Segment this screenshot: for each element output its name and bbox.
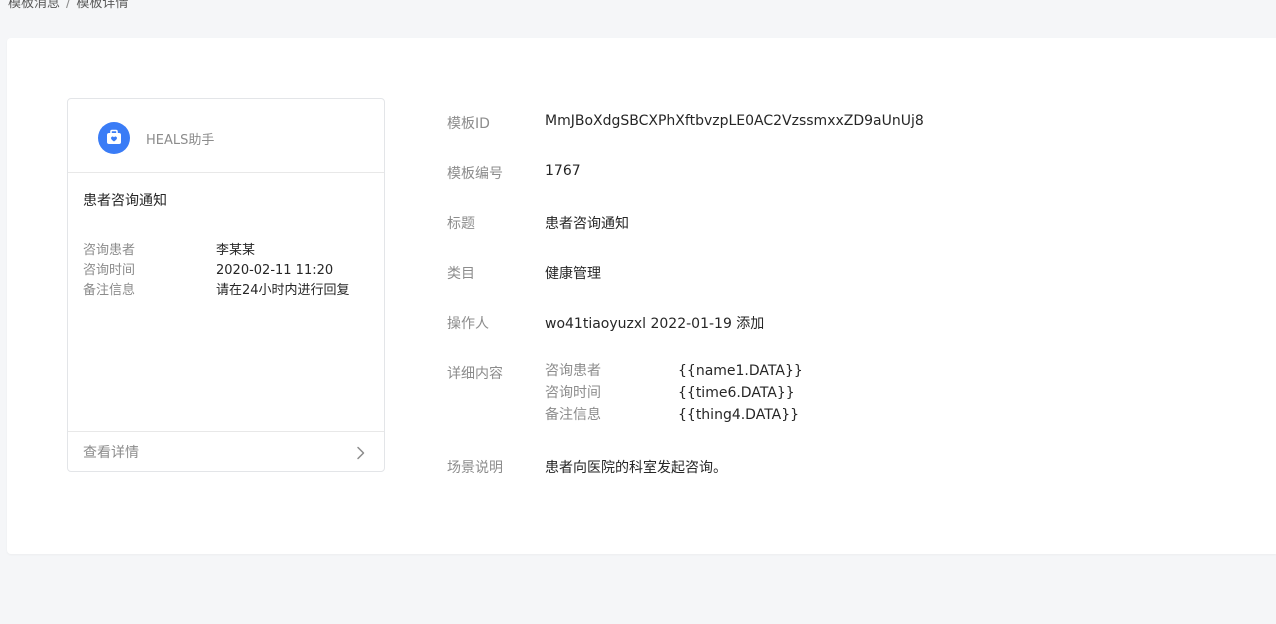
detail-label: 模板编号 bbox=[447, 166, 503, 182]
title-value: 患者咨询通知 bbox=[545, 216, 629, 232]
operator-value: wo41tiaoyuzxl 2022-01-19 添加 bbox=[545, 316, 765, 332]
breadcrumb-parent[interactable]: 模板消息 bbox=[8, 0, 60, 11]
preview-field-value: 请在24小时内进行回复 bbox=[216, 283, 350, 298]
detail-label: 详细内容 bbox=[447, 366, 503, 382]
content-fields: 咨询患者 {{name1.DATA}} 咨询时间 {{time6.DATA}} … bbox=[545, 360, 945, 426]
template-id-value: MmJBoXdgSBCXPhXftbvzpLE0AC2VzssmxxZD9aUn… bbox=[545, 113, 924, 129]
preview-field-row: 备注信息 请在24小时内进行回复 bbox=[83, 281, 373, 301]
preview-fields: 咨询患者 李某某 咨询时间 2020-02-11 11:20 备注信息 请在24… bbox=[83, 241, 373, 301]
preview-field-label: 咨询时间 bbox=[83, 263, 136, 278]
detail-label: 操作人 bbox=[447, 316, 489, 332]
content-field-row: 咨询时间 {{time6.DATA}} bbox=[545, 382, 945, 404]
preview-title: 患者咨询通知 bbox=[83, 193, 167, 209]
preview-field-value: 李某某 bbox=[216, 243, 256, 258]
template-no-value: 1767 bbox=[545, 163, 581, 179]
breadcrumb-separator: / bbox=[66, 0, 71, 11]
view-details-link[interactable]: 查看详情 bbox=[68, 431, 384, 471]
preview-field-label: 备注信息 bbox=[83, 283, 136, 298]
preview-header: HEALS助手 bbox=[68, 99, 384, 173]
scene-value: 患者向医院的科室发起咨询。 bbox=[545, 460, 727, 476]
detail-label: 标题 bbox=[447, 216, 475, 232]
brand-name: HEALS助手 bbox=[146, 133, 215, 148]
message-preview-card: HEALS助手 患者咨询通知 咨询患者 李某某 咨询时间 2020-02-11 … bbox=[67, 98, 385, 472]
breadcrumb: 模板消息 / 模板详情 bbox=[8, 0, 128, 11]
medical-bag-icon bbox=[98, 122, 130, 154]
content-field-value: {{time6.DATA}} bbox=[678, 385, 795, 401]
preview-field-value: 2020-02-11 11:20 bbox=[216, 263, 334, 278]
template-detail-card: HEALS助手 患者咨询通知 咨询患者 李某某 咨询时间 2020-02-11 … bbox=[7, 38, 1276, 554]
preview-field-row: 咨询患者 李某某 bbox=[83, 241, 373, 261]
content-field-value: {{name1.DATA}} bbox=[678, 363, 803, 379]
detail-label: 场景说明 bbox=[447, 460, 503, 476]
content-field-value: {{thing4.DATA}} bbox=[678, 407, 800, 423]
content-field-label: 备注信息 bbox=[545, 407, 601, 423]
content-field-label: 咨询患者 bbox=[545, 363, 601, 379]
detail-label: 类目 bbox=[447, 266, 475, 282]
preview-field-row: 咨询时间 2020-02-11 11:20 bbox=[83, 261, 373, 281]
content-field-label: 咨询时间 bbox=[545, 385, 601, 401]
content-field-row: 咨询患者 {{name1.DATA}} bbox=[545, 360, 945, 382]
chevron-right-icon bbox=[356, 445, 366, 464]
preview-field-label: 咨询患者 bbox=[83, 243, 136, 258]
detail-label: 模板ID bbox=[447, 116, 490, 132]
category-value: 健康管理 bbox=[545, 266, 601, 282]
content-field-row: 备注信息 {{thing4.DATA}} bbox=[545, 404, 945, 426]
breadcrumb-current: 模板详情 bbox=[76, 0, 129, 11]
view-details-label: 查看详情 bbox=[83, 445, 139, 461]
